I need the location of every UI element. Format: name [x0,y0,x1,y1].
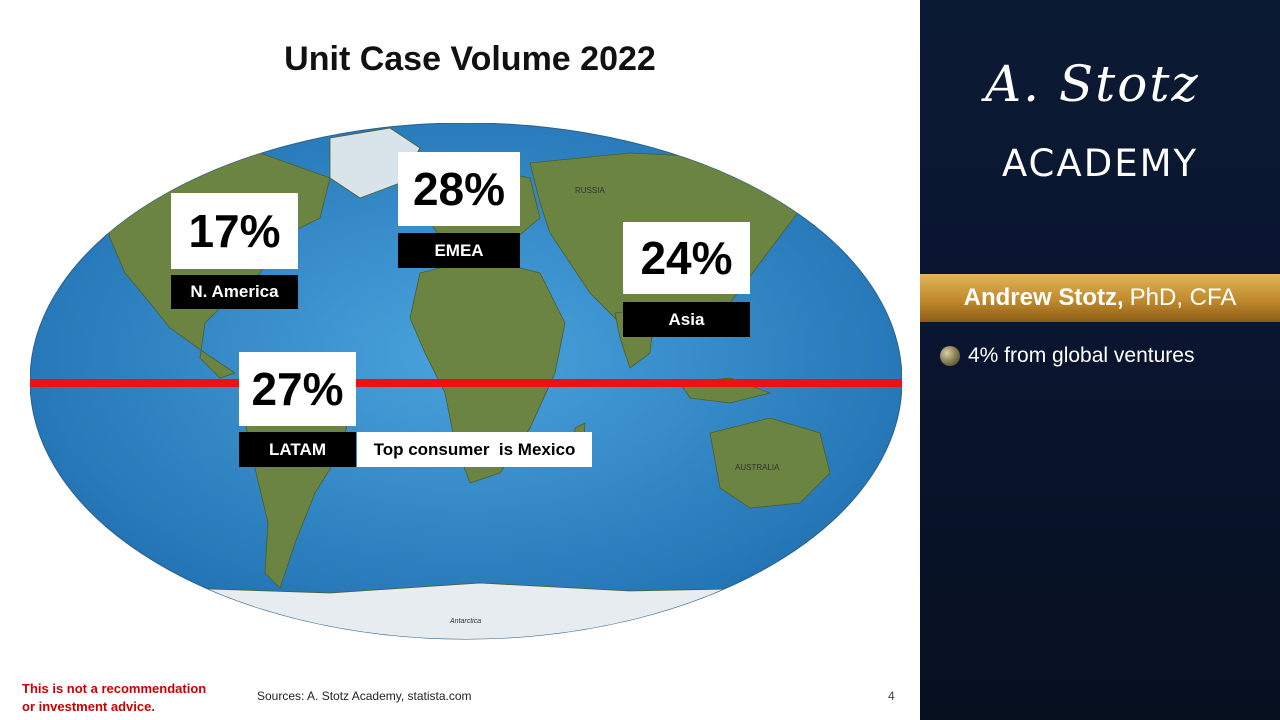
emea-percent: 28% [398,152,520,226]
latam-note: Top consumer is Mexico [357,432,592,467]
n-america-percent: 17% [171,193,298,269]
antarctica-shape [30,582,902,639]
logo-academy: ACADEMY [1001,142,1199,185]
bullet-text: 4% from global ventures [968,344,1195,367]
emea-label: EMEA [398,233,520,268]
page-number: 4 [888,689,895,703]
presenter-credentials: PhD, CFA [1129,284,1237,311]
presenter-band: Andrew Stotz, PhD, CFA [920,274,1280,322]
map-label-russia: RUSSIA [575,186,605,195]
disclaimer: This is not a recommendation or investme… [22,680,206,716]
sources-note: Sources: A. Stotz Academy, statista.com [257,689,472,703]
disclaimer-line-1: This is not a recommendation [22,681,207,696]
disclaimer-line-2: or investment advice. [22,699,155,714]
latam-label: LATAM [239,432,356,467]
bullet-item: 4% from global ventures [940,344,1194,368]
n-america-label: N. America [171,275,298,309]
globe-bullet-icon [940,346,960,366]
map-label-australia: AUSTRALIA [735,463,780,472]
latam-percent: 27% [239,352,356,426]
asia-percent: 24% [623,222,750,294]
asia-label: Asia [623,302,750,337]
equator-line [30,379,902,387]
presenter-name: Andrew Stotz, [963,284,1124,311]
slide-title: Unit Case Volume 2022 [284,40,656,78]
logo-script: A. Stotz [985,55,1200,113]
slide-canvas: Unit Case Volume 2022 RUSSIA AUSTRALIA A… [0,0,920,720]
map-label-antarctica: Antarctica [449,618,481,625]
